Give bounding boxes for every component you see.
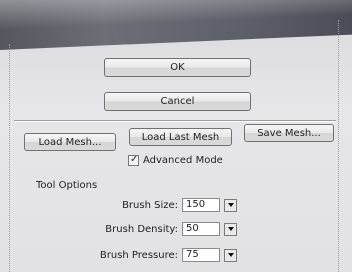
tool-options-heading: Tool Options <box>36 180 98 191</box>
dotted-guide-left <box>9 44 10 272</box>
checkmark-icon: ✓ <box>130 153 139 165</box>
brush-pressure-dropdown[interactable] <box>224 248 237 262</box>
brush-pressure-label: Brush Pressure: <box>99 249 178 261</box>
liquify-dialog-panel: OK Cancel Load Mesh... Load Last Mesh Sa… <box>0 0 352 272</box>
dotted-guide-right <box>338 20 339 272</box>
brush-density-row: Brush Density: 50 <box>78 222 237 236</box>
advanced-mode-option[interactable]: ✓ Advanced Mode <box>128 152 223 168</box>
chevron-down-icon <box>227 253 234 257</box>
brush-size-row: Brush Size: 150 <box>78 198 237 212</box>
brush-size-label: Brush Size: <box>122 199 178 211</box>
brush-density-label: Brush Density: <box>105 223 178 235</box>
brush-size-input[interactable]: 150 <box>182 198 220 212</box>
separator <box>14 120 336 122</box>
brush-size-dropdown[interactable] <box>224 198 237 212</box>
cancel-button[interactable]: Cancel <box>104 92 251 111</box>
brush-pressure-input[interactable]: 75 <box>182 248 220 262</box>
brush-density-dropdown[interactable] <box>224 222 237 236</box>
chevron-down-icon <box>227 203 234 207</box>
advanced-mode-checkbox[interactable]: ✓ <box>128 153 139 166</box>
screen-photo: OK Cancel Load Mesh... Load Last Mesh Sa… <box>0 0 352 272</box>
load-mesh-button[interactable]: Load Mesh... <box>24 133 116 151</box>
load-last-mesh-button[interactable]: Load Last Mesh <box>129 128 232 146</box>
brush-density-input[interactable]: 50 <box>182 222 220 236</box>
brush-pressure-row: Brush Pressure: 75 <box>78 248 237 262</box>
chevron-down-icon <box>227 227 234 231</box>
advanced-mode-label: Advanced Mode <box>143 154 223 166</box>
save-mesh-button[interactable]: Save Mesh... <box>244 124 334 142</box>
ok-button[interactable]: OK <box>104 58 251 77</box>
